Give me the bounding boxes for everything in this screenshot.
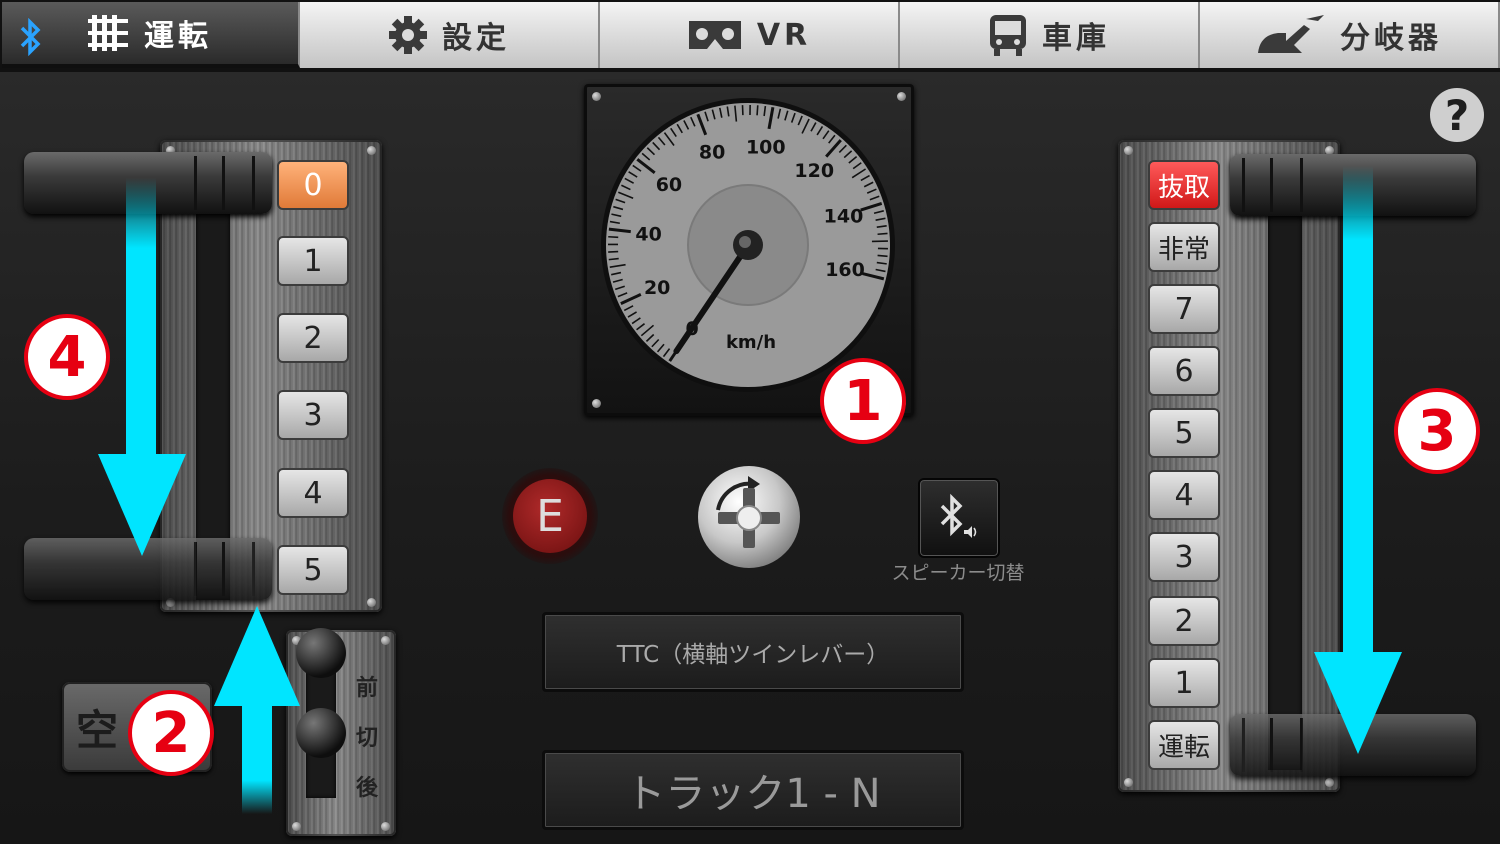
brake-notch-7[interactable]: 7 <box>1148 284 1220 334</box>
tab-vr[interactable]: VR <box>600 2 900 68</box>
power-lever-slot <box>196 160 230 600</box>
emergency-label: E <box>513 479 587 553</box>
power-notch-4[interactable]: 4 <box>277 468 349 518</box>
tab-bar: 運転 設定 VR 車庫 分岐器 <box>0 0 1500 72</box>
vr-goggles-icon <box>688 21 741 49</box>
mode-display[interactable]: TTC（横軸ツインレバー） <box>542 612 964 692</box>
speaker-toggle-button[interactable] <box>918 478 1000 558</box>
speed-tick <box>877 254 888 258</box>
callout-1: 1 <box>820 358 906 444</box>
tab-settings-label: 設定 <box>442 21 510 56</box>
callout-2-up-arrow <box>214 606 300 814</box>
railway-switch-icon <box>1258 15 1324 53</box>
power-notch-5[interactable]: 5 <box>277 545 349 595</box>
help-icon: ? <box>1444 90 1470 140</box>
callout-4: 4 <box>24 314 110 400</box>
speed-tick-label: 120 <box>794 160 834 182</box>
speed-tick-label: 160 <box>825 259 865 281</box>
gear-icon <box>389 16 427 54</box>
brake-notch-emergency[interactable]: 非常 <box>1148 222 1220 272</box>
speed-tick-label: 40 <box>635 224 661 246</box>
power-notch-2[interactable]: 2 <box>277 313 349 363</box>
speed-tick <box>608 235 619 239</box>
speed-unit-label: km/h <box>726 332 776 353</box>
reverser-knob[interactable] <box>296 708 346 758</box>
callout-2: 2 <box>128 690 214 776</box>
callout-3: 3 <box>1394 388 1480 474</box>
bluetooth-speaker-icon <box>940 493 977 538</box>
brake-notch-2[interactable]: 2 <box>1148 596 1220 646</box>
reverser-neutral-label: 切 <box>356 726 379 751</box>
view-rotate-button[interactable] <box>698 466 800 568</box>
tab-drive-label: 運転 <box>144 19 212 54</box>
tab-depot-label: 車庫 <box>1042 21 1110 56</box>
speaker-toggle-label: スピーカー切替 <box>891 562 1025 584</box>
track-display[interactable]: トラック1 - N <box>542 750 964 830</box>
speed-tick-label: 80 <box>699 142 725 164</box>
emergency-button[interactable]: E <box>502 468 598 564</box>
brake-lever-slot <box>1268 160 1302 770</box>
reverser-reverse-label: 後 <box>356 776 379 801</box>
speed-tick-label: 60 <box>656 174 682 196</box>
brake-notch-1[interactable]: 1 <box>1148 658 1220 708</box>
power-notch-1[interactable]: 1 <box>277 236 349 286</box>
bluetooth-icon <box>20 18 41 56</box>
brake-notch-release[interactable]: 抜取 <box>1148 160 1220 210</box>
callout-3-down-arrow <box>1314 166 1402 754</box>
callout-4-down-arrow <box>98 178 186 556</box>
speed-tick-label: 140 <box>824 205 864 227</box>
speed-tick <box>608 250 619 253</box>
tab-depot[interactable]: 車庫 <box>900 2 1200 68</box>
brake-notch-4[interactable]: 4 <box>1148 470 1220 520</box>
speed-tick <box>756 105 759 116</box>
tab-switch[interactable]: 分岐器 <box>1200 2 1500 68</box>
brake-notch-run[interactable]: 運転 <box>1148 720 1220 770</box>
notch-icon <box>88 15 128 51</box>
reverser-top-knob <box>296 628 346 678</box>
tab-switch-label: 分岐器 <box>1340 21 1442 56</box>
rotate-view-icon <box>716 476 780 548</box>
brake-notch-3[interactable]: 3 <box>1148 532 1220 582</box>
brake-notch-5[interactable]: 5 <box>1148 408 1220 458</box>
speed-tick <box>608 257 619 261</box>
train-icon <box>990 15 1026 56</box>
power-notch-3[interactable]: 3 <box>277 390 349 440</box>
tab-vr-label: VR <box>756 17 812 53</box>
tab-drive[interactable]: 運転 <box>2 2 300 68</box>
tab-settings[interactable]: 設定 <box>300 2 600 68</box>
speed-tick-label: 100 <box>746 137 786 159</box>
speed-tick <box>877 232 888 236</box>
reverser-forward-label: 前 <box>356 676 379 701</box>
power-notch-0[interactable]: 0 <box>277 160 349 210</box>
brake-notch-6[interactable]: 6 <box>1148 346 1220 396</box>
help-button[interactable]: ? <box>1430 88 1484 142</box>
speed-tick-label: 20 <box>644 277 670 299</box>
